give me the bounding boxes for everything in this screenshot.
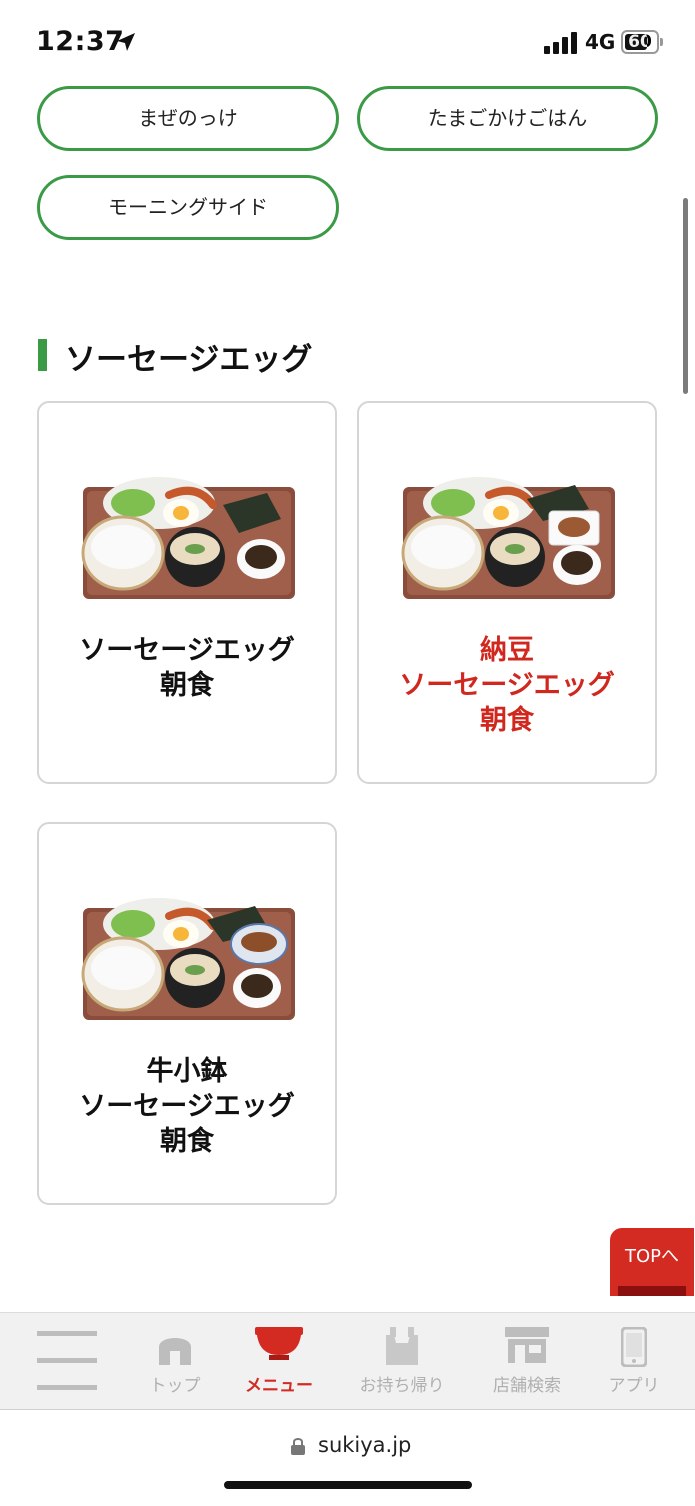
home-icon: [159, 1338, 191, 1365]
category-pill-tamagokake[interactable]: たまごかけごはん: [357, 86, 658, 151]
status-time: 12:37: [36, 26, 125, 57]
network-label: 4G: [585, 30, 616, 54]
category-pill-morning-side[interactable]: モーニングサイド: [37, 175, 339, 240]
bowl-icon: [255, 1327, 303, 1360]
back-to-top-button[interactable]: TOPへ: [610, 1228, 694, 1296]
takeout-bag-icon: [386, 1327, 418, 1365]
menu-card-sausage-egg[interactable]: ソーセージエッグ 朝食: [37, 401, 337, 784]
bowl-base-icon: [618, 1286, 686, 1296]
breakfast-tray-image: [81, 477, 295, 599]
pill-label: モーニングサイド: [108, 195, 268, 219]
pill-label: たまごかけごはん: [427, 106, 588, 130]
store-icon: [505, 1327, 549, 1363]
lock-icon: [291, 1438, 305, 1455]
url-text: sukiya.jp: [318, 1433, 412, 1457]
browser-address-bar[interactable]: sukiya.jp: [0, 1411, 695, 1506]
signal-icon: [544, 32, 578, 54]
nav-label: メニュー: [245, 1376, 313, 1396]
bottom-navigation: トップ メニュー お持ち帰り 店舗検索 アプリ: [0, 1312, 695, 1410]
nav-label: トップ: [149, 1376, 201, 1396]
breakfast-tray-image: [401, 477, 615, 599]
title-line: ソーセージエッグ: [79, 1091, 295, 1122]
category-pill-mazenokke[interactable]: まぜのっけ: [37, 86, 339, 151]
nav-item-store-search[interactable]: 店舗検索: [480, 1313, 574, 1411]
breakfast-tray-image: [81, 898, 295, 1020]
pill-label: まぜのっけ: [138, 106, 238, 130]
nav-item-app[interactable]: アプリ: [600, 1313, 668, 1411]
title-line: 朝食: [160, 670, 214, 701]
back-to-top-label: TOPへ: [624, 1246, 680, 1267]
title-line: 牛小鉢: [146, 1056, 228, 1087]
smartphone-icon: [621, 1327, 647, 1367]
battery-level: 60: [628, 32, 652, 52]
nav-label: お持ち帰り: [359, 1376, 445, 1396]
title-line: 朝食: [160, 1126, 214, 1157]
menu-card-natto-sausage-egg[interactable]: 納豆 ソーセージエッグ 朝食: [357, 401, 657, 784]
scroll-indicator[interactable]: [683, 198, 688, 394]
menu-card-title: ソーセージエッグ 朝食: [39, 633, 335, 703]
title-line: ソーセージエッグ: [79, 635, 295, 666]
title-line: ソーセージエッグ: [399, 670, 615, 701]
nav-item-top[interactable]: トップ: [128, 1313, 222, 1411]
status-bar: 12:37 4G 60: [0, 0, 695, 80]
menu-card-title: 納豆 ソーセージエッグ 朝食: [359, 633, 655, 738]
nav-label: アプリ: [608, 1376, 660, 1396]
title-line: 納豆: [480, 635, 534, 666]
location-arrow-icon: [117, 33, 135, 51]
nav-item-takeout[interactable]: お持ち帰り: [354, 1313, 450, 1411]
heading-accent-bar: [38, 339, 47, 371]
nav-label: 店舗検索: [493, 1376, 561, 1396]
nav-item-menu[interactable]: メニュー: [232, 1313, 326, 1411]
menu-card-beef-bowl-sausage-egg[interactable]: 牛小鉢 ソーセージエッグ 朝食: [37, 822, 337, 1205]
menu-card-title: 牛小鉢 ソーセージエッグ 朝食: [39, 1054, 335, 1159]
battery-icon: 60: [621, 30, 663, 54]
section-title: ソーセージエッグ: [65, 342, 313, 378]
home-indicator[interactable]: [224, 1481, 472, 1489]
title-line: 朝食: [480, 705, 534, 736]
hamburger-menu-button[interactable]: [37, 1313, 97, 1411]
